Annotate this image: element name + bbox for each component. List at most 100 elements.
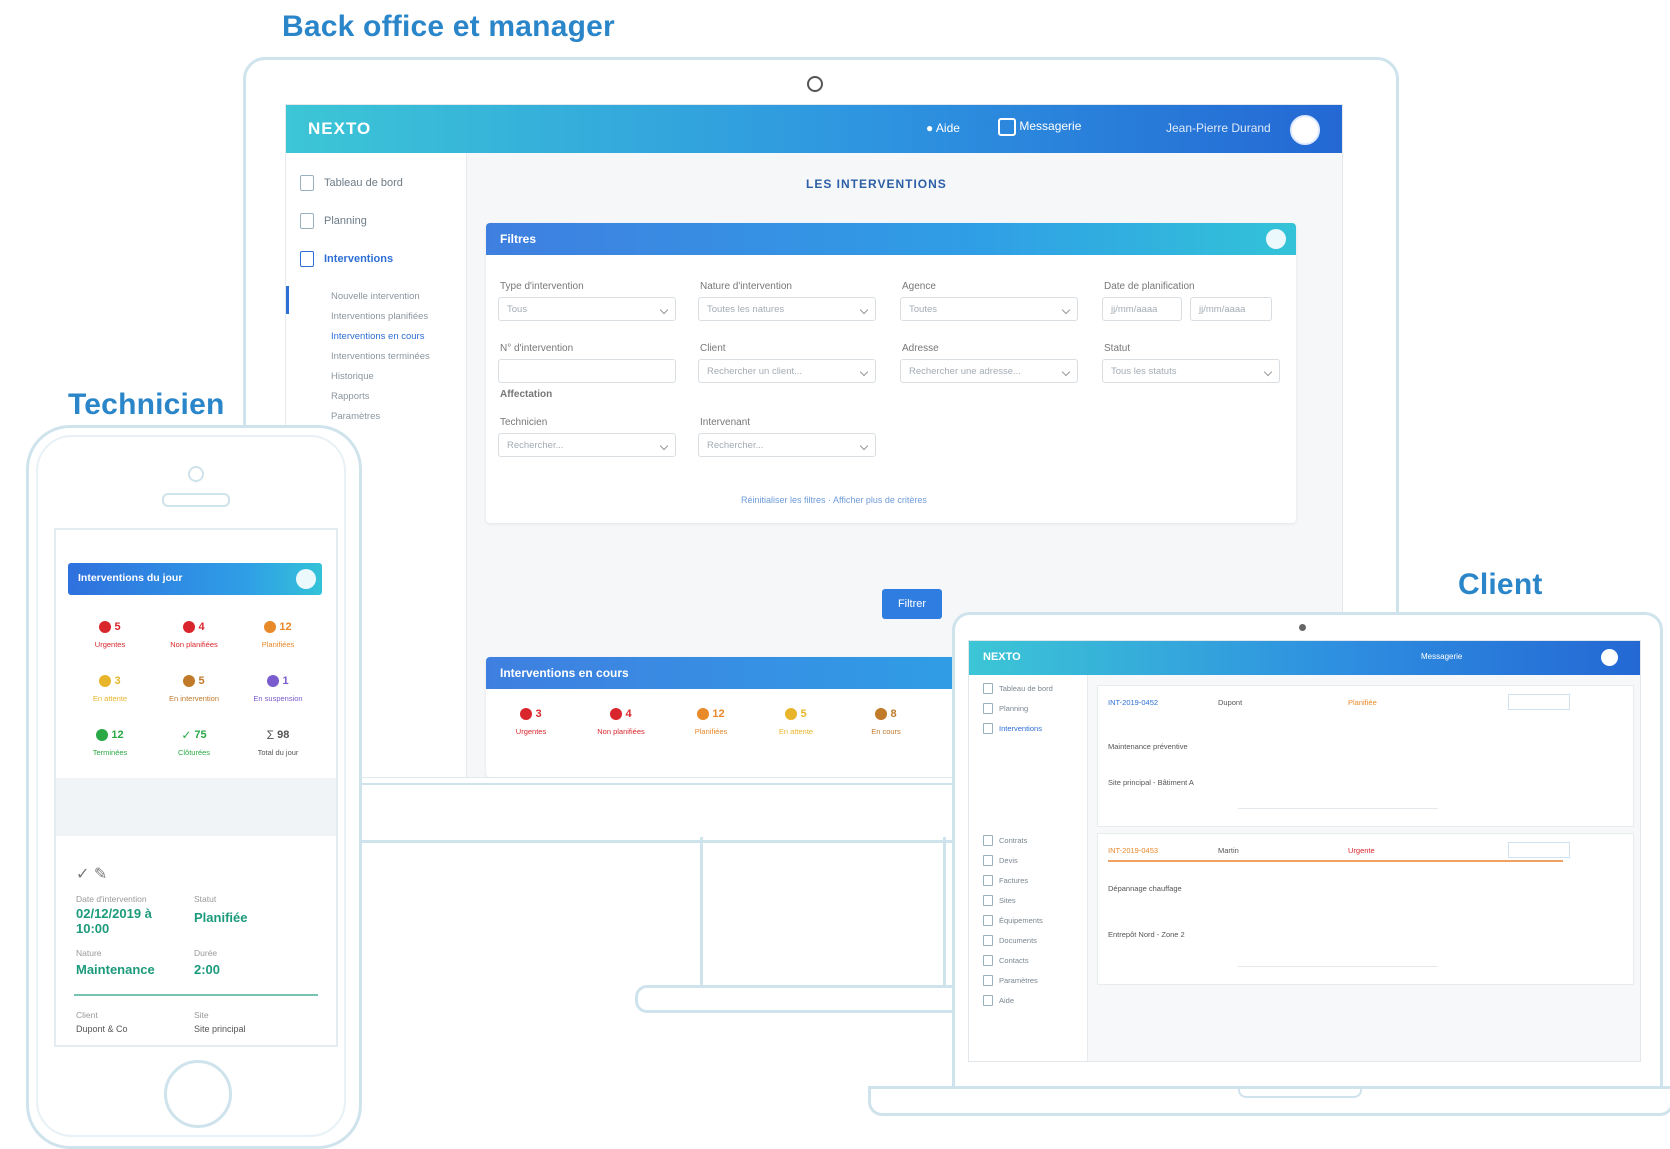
field-label: Intervenant [700, 417, 751, 428]
sidebar-item[interactable]: Factures [983, 875, 1028, 886]
help-link[interactable]: ● Aide [926, 121, 960, 135]
filter-card-header[interactable]: Filtres [486, 223, 1296, 255]
field-value: Maintenance [76, 962, 155, 977]
status-dot-icon [183, 674, 196, 687]
date-to-input[interactable]: jj/mm/aaaa [1190, 297, 1272, 321]
intervention-ref[interactable]: INT-2019-0452 [1108, 698, 1158, 707]
affectation-section-label: Affectation [500, 389, 553, 400]
stat-label: Total du jour [257, 748, 299, 757]
client-input[interactable]: Rechercher un client... [698, 359, 876, 383]
app-logo[interactable]: NEXTO [983, 651, 1021, 663]
stat-label: Non planifiées [597, 727, 645, 736]
phone-stat[interactable]: ✓ 75 Clôturées [154, 726, 234, 757]
quote-icon [983, 855, 993, 866]
phone-stat[interactable]: 3 En attente [70, 672, 150, 703]
app-logo[interactable]: NEXTO [308, 119, 371, 139]
sidebar-item[interactable]: Contacts [983, 955, 1029, 966]
date-from-input[interactable]: jj/mm/aaaa [1102, 297, 1182, 321]
phone-stat[interactable]: Σ 98 Total du jour [238, 726, 318, 757]
details-button[interactable] [1508, 842, 1570, 858]
intervention-ref[interactable]: INT-2019-0453 [1108, 846, 1158, 855]
sidebar-item-dashboard[interactable]: Tableau de bord [300, 175, 403, 191]
sidebar-subitem[interactable]: Rapports [331, 391, 370, 402]
user-name[interactable]: Jean-Pierre Durand [1166, 121, 1271, 135]
sidebar-item-planning[interactable]: Planning [300, 213, 367, 229]
stat-value: 3 [535, 707, 542, 720]
agency-select[interactable]: Toutes [900, 297, 1078, 321]
sidebar-item[interactable]: Tableau de bord [983, 683, 1053, 694]
sidebar-subitem[interactable]: Nouvelle intervention [331, 291, 420, 302]
phone-stat[interactable]: 12 Terminées [70, 726, 150, 757]
phone-stat[interactable]: 12 Planifiées [238, 618, 318, 649]
filter-links[interactable]: Réinitialiser les filtres · Afficher plu… [741, 495, 927, 505]
avatar[interactable] [1601, 649, 1618, 666]
stat-value: 98 [277, 728, 290, 741]
avatar[interactable] [1290, 115, 1320, 145]
technician-input[interactable]: Rechercher... [498, 433, 676, 457]
status-select[interactable]: Tous les statuts [1102, 359, 1280, 383]
document-icon [300, 251, 314, 267]
sidebar-item[interactable]: Aide [983, 995, 1014, 1006]
status-dot-icon [264, 620, 277, 633]
sidebar-item[interactable]: Interventions [983, 723, 1042, 734]
sidebar-item[interactable]: Équipements [983, 915, 1043, 926]
phone-stat[interactable]: 1 En suspension [238, 672, 318, 703]
laptop-sidebar: Tableau de bord Planning Interventions C… [969, 675, 1088, 1061]
field-value: 02/12/2019 à 10:00 [76, 906, 152, 936]
status-dot-icon [520, 707, 533, 720]
sidebar-item-label: Planning [999, 704, 1029, 713]
messaging-link[interactable]: Messagerie [998, 118, 1081, 136]
stat-waiting[interactable]: 5 En attente [761, 705, 831, 736]
chat-icon [998, 118, 1016, 136]
phone-card-header[interactable]: Interventions du jour [68, 563, 322, 595]
collapse-icon[interactable] [296, 569, 316, 589]
invoice-icon [983, 875, 993, 886]
sidebar-subitem[interactable]: Interventions planifiées [331, 311, 428, 322]
caption-backoffice: Back office et manager [282, 10, 615, 43]
sidebar-subitem[interactable]: Historique [331, 371, 374, 382]
field-label: Durée [194, 948, 218, 958]
sidebar-item-label: Contacts [999, 956, 1029, 965]
collapse-icon[interactable] [1266, 229, 1286, 249]
filter-button[interactable]: Filtrer [882, 589, 942, 619]
stat-in-progress[interactable]: 8 En cours [851, 705, 921, 736]
sidebar-item-interventions[interactable]: Interventions [300, 251, 393, 267]
stat-label: Planifiées [261, 640, 295, 649]
sidebar-subitem[interactable]: Paramètres [331, 411, 380, 422]
sidebar-item-label: Interventions [324, 253, 394, 265]
nature-select[interactable]: Toutes les natures [698, 297, 876, 321]
sidebar-subitem[interactable]: Interventions terminées [331, 351, 430, 362]
stat-planned[interactable]: 12 Planifiées [676, 705, 746, 736]
stat-value: 4 [625, 707, 632, 720]
sidebar-subitem[interactable]: Interventions en cours [331, 331, 424, 342]
stat-urgent[interactable]: 3 Urgentes [496, 705, 566, 736]
caption-client: Client [1458, 568, 1543, 601]
field-label: Technicien [500, 417, 548, 428]
type-select[interactable]: Tous [498, 297, 676, 321]
sidebar-item[interactable]: Sites [983, 895, 1016, 906]
sidebar-item[interactable]: Paramètres [983, 975, 1038, 986]
phone-stat[interactable]: 5 En intervention [154, 672, 234, 703]
details-button[interactable] [1508, 694, 1570, 710]
sidebar-item[interactable]: Contrats [983, 835, 1027, 846]
edit-icon[interactable]: ✓ ✎ [76, 864, 107, 884]
laptop-intervention-card[interactable]: INT-2019-0452 Dupont Planifiée Maintenan… [1097, 685, 1634, 827]
messaging-label: Messagerie [1019, 119, 1082, 134]
stat-label: Terminées [92, 748, 128, 757]
number-input[interactable] [498, 359, 676, 383]
home-button[interactable] [164, 1060, 232, 1128]
sidebar-item-label: Planning [324, 215, 367, 227]
worker-input[interactable]: Rechercher... [698, 433, 876, 457]
stat-unplanned[interactable]: 4 Non planifiées [581, 705, 661, 736]
address-input[interactable]: Rechercher une adresse... [900, 359, 1078, 383]
sidebar-item[interactable]: Planning [983, 703, 1028, 714]
sidebar-item-label: Aide [999, 996, 1015, 1005]
phone-stat[interactable]: 5 Urgentes [70, 618, 150, 649]
messaging-link[interactable]: Messagerie [1421, 652, 1462, 661]
phone-stat[interactable]: 4 Non planifiées [154, 618, 234, 649]
sidebar-item-label: Équipements [999, 916, 1043, 925]
laptop-intervention-card[interactable]: INT-2019-0453 Martin Urgente Dépannage c… [1097, 833, 1634, 985]
sidebar-item[interactable]: Documents [983, 935, 1037, 946]
sidebar-item[interactable]: Devis [983, 855, 1018, 866]
equipment-icon [983, 915, 993, 926]
